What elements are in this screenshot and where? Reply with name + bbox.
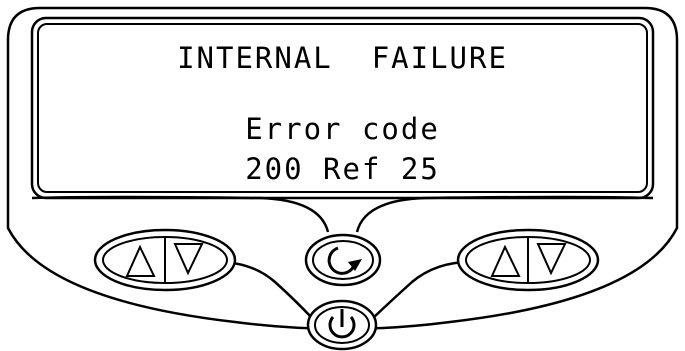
right-down-button[interactable] — [529, 238, 587, 283]
left-down-button[interactable] — [166, 238, 224, 283]
display-line-error-code: 200 Ref 25 — [245, 152, 440, 186]
refresh-button[interactable] — [309, 238, 377, 282]
right-up-button[interactable] — [469, 238, 527, 283]
power-button[interactable] — [312, 303, 372, 349]
display-line-title: INTERNAL FAILURE — [177, 41, 508, 75]
left-up-button[interactable] — [106, 238, 164, 283]
display-line-error-label: Error code — [245, 112, 440, 146]
